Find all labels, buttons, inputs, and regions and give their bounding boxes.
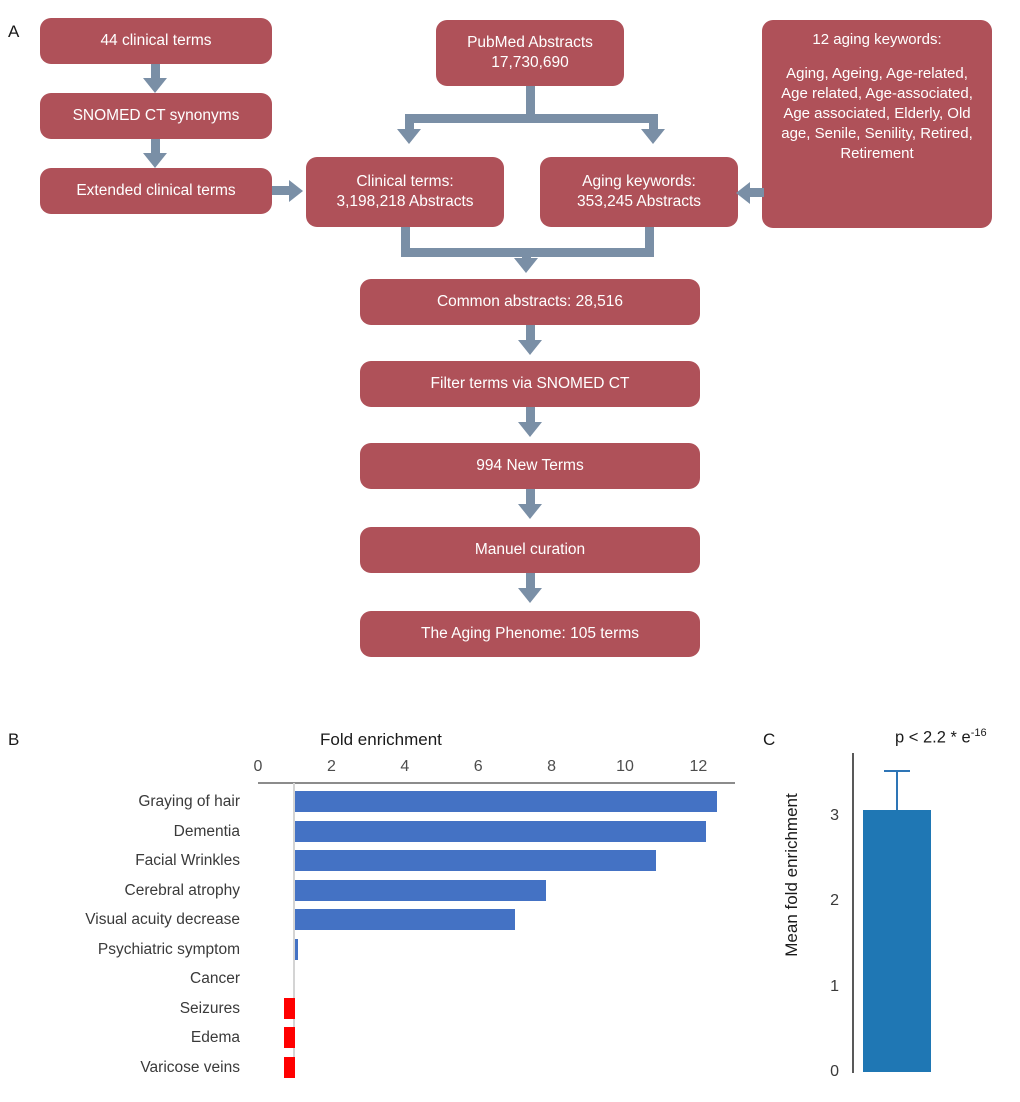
box-snomed-synonyms: SNOMED CT synonyms (40, 93, 272, 139)
arrow-down-icon (641, 129, 665, 144)
panel-a-flowchart: A 44 clinical terms SNOMED CT synonyms E… (0, 0, 1020, 700)
panel-a-letter: A (8, 22, 20, 41)
bar-category-label: Edema (190, 1029, 240, 1046)
x-tick-label: 10 (616, 758, 634, 775)
arrow-down-icon (518, 504, 542, 519)
bar (294, 850, 657, 871)
bar (294, 938, 299, 960)
bar-row: Psychiatric symptom (0, 935, 760, 964)
aging-abstracts-count: 353,245 Abstracts (576, 193, 702, 210)
bar-category-label: Visual acuity decrease (85, 911, 240, 928)
bar-row: Cancer (0, 964, 760, 993)
x-tick-label: 8 (547, 758, 557, 775)
error-bar-cap (884, 770, 910, 773)
arrow-down-icon (143, 153, 167, 168)
panel-b-axis-line (258, 782, 735, 784)
box-extended-clinical-terms: Extended clinical terms (40, 168, 272, 214)
bar-category-label: Psychiatric symptom (97, 940, 240, 958)
bar (283, 1056, 295, 1078)
bar (294, 791, 717, 812)
arrow-right-icon (289, 180, 303, 202)
panel-b-letter: B (8, 730, 20, 749)
arrow-down-icon (143, 78, 167, 93)
panel-c-chart: C p < 2.2 * e-16 Mean fold enrichment 0 1… (755, 715, 1020, 1102)
bar (283, 997, 295, 1019)
panel-c-pvalue-annotation: p < 2.2 * e-16 (895, 727, 987, 748)
x-tick-label: 6 (473, 758, 483, 775)
bar-row: Facial Wrinkles (0, 846, 760, 875)
y-tick-label: 1 (830, 977, 839, 995)
box-manual-curation: Manuel curation (360, 527, 700, 573)
bar-row: Visual acuity decrease (0, 905, 760, 934)
box-clinical-terms: 44 clinical terms (40, 18, 272, 64)
clinical-abstracts-count: 3,198,218 Abstracts (336, 193, 474, 210)
arrow-left-icon (736, 182, 750, 204)
bar-row: Varicose veins (0, 1053, 760, 1082)
bar (294, 879, 547, 901)
box-filter-terms: Filter terms via SNOMED CT (360, 361, 700, 407)
arrow-down-icon (518, 340, 542, 355)
box-pubmed-abstracts: PubMed Abstracts 17,730,690 (436, 20, 624, 86)
connector-line (405, 114, 658, 123)
clinical-abstracts-label: Clinical terms: (356, 173, 454, 191)
box-new-terms: 994 New Terms (360, 443, 700, 489)
bar-category-label: Varicose veins (140, 1058, 240, 1076)
pvalue-exponent: -16 (970, 727, 987, 739)
bar-category-label: Graying of hair (138, 793, 240, 810)
y-tick-label: 2 (830, 892, 839, 909)
bar (283, 1027, 295, 1048)
aging-keywords-title: 12 aging keywords: (812, 31, 942, 48)
error-bar-stem (896, 770, 898, 810)
bar-row: Graying of hair (0, 787, 760, 816)
bar-category-label: Seizures (179, 999, 240, 1017)
bar (294, 909, 515, 930)
box-clinical-abstracts: Clinical terms: 3,198,218 Abstracts (306, 157, 504, 227)
x-tick-label: 0 (253, 758, 263, 775)
arrow-down-icon (518, 422, 542, 437)
panel-c-y-axis-label: Mean fold enrichment (782, 793, 801, 957)
pubmed-label: PubMed Abstracts (467, 34, 593, 52)
bar-category-label: Cerebral atrophy (124, 881, 240, 899)
aging-keywords-list: Aging, Ageing, Age-related, Age related,… (781, 64, 973, 162)
bar-row: Dementia (0, 817, 760, 846)
box-aging-keywords: 12 aging keywords: Aging, Ageing, Age-re… (762, 20, 992, 228)
box-aging-phenome: The Aging Phenome: 105 terms (360, 611, 700, 657)
connector-line (272, 186, 290, 195)
x-tick-label: 4 (400, 758, 410, 775)
panel-c-letter: C (763, 730, 776, 749)
bar-category-label: Cancer (190, 970, 240, 987)
arrow-down-icon (514, 258, 538, 273)
arrow-down-icon (397, 129, 421, 144)
panel-b-chart: B Fold enrichment 0 2 4 6 8 10 12 Graying of h… (0, 715, 760, 1102)
y-tick-label: 3 (830, 806, 839, 824)
bar-row: Cerebral atrophy (0, 876, 760, 905)
aging-abstracts-label: Aging keywords: (582, 173, 696, 191)
bar-row: Seizures (0, 994, 760, 1023)
panel-b-axis-title: Fold enrichment (320, 730, 442, 749)
x-tick-label: 2 (326, 758, 336, 775)
box-aging-abstracts: Aging keywords: 353,245 Abstracts (540, 157, 738, 227)
y-tick-label: 0 (830, 1063, 839, 1080)
x-tick-label: 12 (689, 758, 708, 775)
box-common-abstracts: Common abstracts: 28,516 (360, 279, 700, 325)
bar (294, 820, 706, 842)
panel-c-axis-line (852, 753, 854, 1073)
arrow-down-icon (518, 588, 542, 603)
bar-row: Edema (0, 1023, 760, 1052)
bar (863, 809, 931, 1072)
pubmed-count: 17,730,690 (491, 54, 569, 71)
bar-category-label: Dementia (173, 822, 240, 840)
bar-category-label: Facial Wrinkles (135, 852, 240, 869)
pvalue-text: p < 2.2 * e (895, 728, 971, 747)
